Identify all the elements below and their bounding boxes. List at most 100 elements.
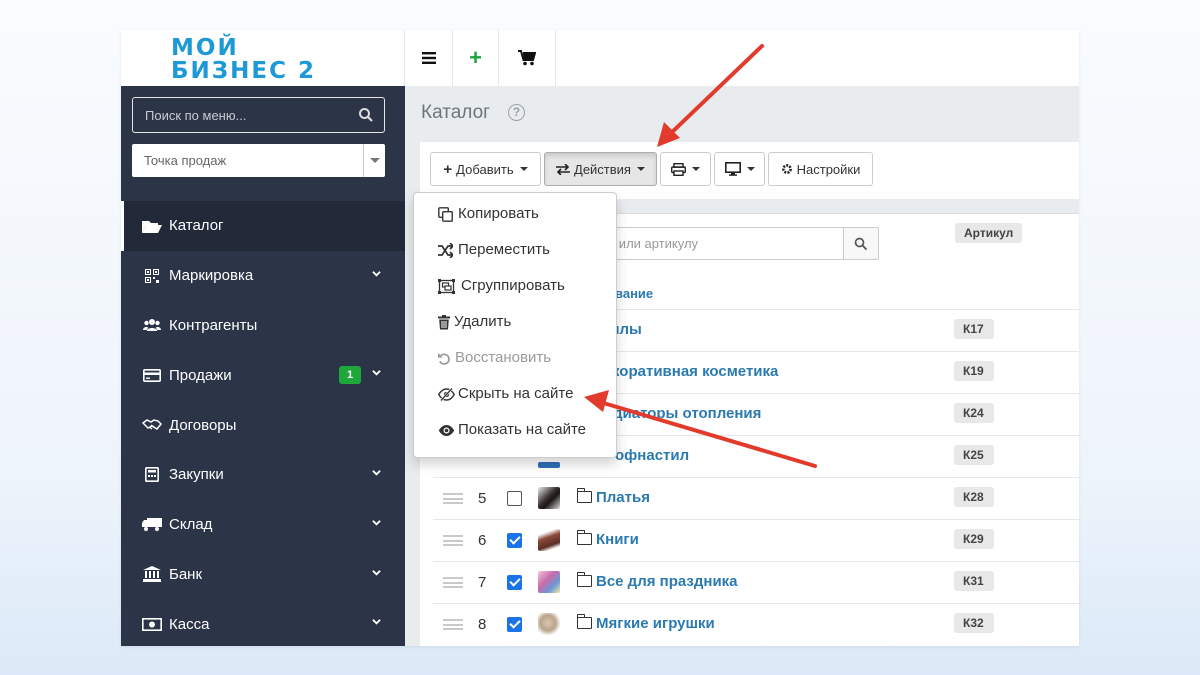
row-sku-badge: К31 xyxy=(954,571,994,591)
sidebar-item-label: Маркировка xyxy=(169,267,254,285)
row-thumbnail xyxy=(538,487,560,509)
drag-handle-icon[interactable] xyxy=(443,535,463,546)
menu-item-copy[interactable]: Копировать xyxy=(414,196,616,232)
menu-item-delete[interactable]: Удалить xyxy=(414,304,616,340)
truck-icon xyxy=(141,517,163,533)
sidebar-item-label: Каталог xyxy=(169,217,224,235)
row-number: 5 xyxy=(478,490,487,507)
row-name-link[interactable]: офнастил xyxy=(615,447,689,464)
chevron-down-icon xyxy=(372,270,381,277)
caret-down-icon xyxy=(692,167,700,171)
actions-dropdown-menu: Копировать Переместить Сгруппировать Уда… xyxy=(413,192,617,458)
cart-icon xyxy=(518,50,536,66)
folder-open-icon xyxy=(141,218,163,234)
menu-item-show-on-site[interactable]: Показать на сайте xyxy=(414,412,616,448)
drag-handle-icon[interactable] xyxy=(443,577,463,588)
sidebar-item-label: Касса xyxy=(169,615,210,633)
row-name-link[interactable]: коративная косметика xyxy=(612,363,778,380)
menu-item-restore[interactable]: Восстановить xyxy=(414,340,616,376)
sidebar-item-label: Контрагенты xyxy=(169,316,258,334)
exchange-icon xyxy=(556,163,571,175)
menu-toggle-button[interactable] xyxy=(404,30,452,86)
row-name-link[interactable]: диаторы отопления xyxy=(613,405,761,422)
logo-line-2: БИЗНЕС 2 xyxy=(171,58,316,84)
row-checkbox[interactable] xyxy=(507,491,522,506)
point-of-sale-value: Точка продаж xyxy=(144,153,227,168)
menu-item-move[interactable]: Переместить xyxy=(414,232,616,268)
cart-button[interactable] xyxy=(498,30,556,86)
print-dropdown-button[interactable] xyxy=(660,152,711,186)
users-icon xyxy=(141,317,163,333)
folder-icon xyxy=(576,488,592,503)
column-header-sku[interactable]: Артикул xyxy=(955,223,1023,243)
row-name-link[interactable]: Все для праздника xyxy=(596,573,738,590)
drag-handle-icon[interactable] xyxy=(443,619,463,630)
hamburger-icon xyxy=(421,52,436,64)
chevron-down-icon xyxy=(372,569,381,576)
menu-search-input[interactable] xyxy=(133,98,353,132)
search-icon[interactable] xyxy=(358,107,374,123)
row-number: 8 xyxy=(478,616,487,633)
shuffle-icon xyxy=(438,243,453,258)
folder-icon xyxy=(576,614,592,629)
row-checkbox[interactable] xyxy=(507,617,522,632)
logo-line-1: МОЙ xyxy=(171,35,239,61)
row-number: 6 xyxy=(478,532,487,549)
row-sku-badge: К17 xyxy=(954,319,994,339)
handshake-icon xyxy=(141,417,163,433)
sidebar-item-sales[interactable]: Продажи 1 xyxy=(121,350,405,400)
catalog-toolbar: + Добавить Действия Настройки xyxy=(420,142,1079,199)
row-thumbnail xyxy=(538,529,560,551)
logo[interactable]: МОЙ БИЗНЕС 2 xyxy=(121,30,405,86)
sidebar-item-purchases[interactable]: Закупки xyxy=(121,450,405,500)
actions-dropdown-button[interactable]: Действия xyxy=(544,152,657,186)
menu-item-label: Скрыть на сайте xyxy=(458,385,574,402)
row-number: 7 xyxy=(478,574,487,591)
plus-icon: + xyxy=(443,160,453,178)
eye-slash-icon xyxy=(438,387,455,402)
sidebar-item-contractors[interactable]: Контрагенты xyxy=(121,301,405,351)
drag-handle-icon[interactable] xyxy=(443,493,463,504)
display-dropdown-button[interactable] xyxy=(714,152,765,186)
settings-button-label: Настройки xyxy=(796,161,861,177)
chevron-down-icon xyxy=(372,370,381,376)
sidebar-item-catalog[interactable]: Каталог xyxy=(121,201,405,251)
menu-search xyxy=(132,97,385,133)
sidebar: Точка продаж Каталог Маркировка Контраге… xyxy=(121,86,405,646)
row-name-link[interactable]: Платья xyxy=(596,489,650,506)
caret-down-icon xyxy=(746,167,755,171)
menu-item-group[interactable]: Сгруппировать xyxy=(414,268,616,304)
monitor-icon xyxy=(724,162,741,176)
table-row[interactable]: 7 Все для праздника К31 xyxy=(433,561,1079,603)
chevron-down-icon xyxy=(372,519,381,526)
undo-icon xyxy=(438,352,450,365)
sidebar-item-contracts[interactable]: Договоры xyxy=(121,400,405,450)
row-name-link[interactable]: Мягкие игрушки xyxy=(596,615,715,632)
menu-item-hide-on-site[interactable]: Скрыть на сайте xyxy=(414,376,616,412)
sidebar-item-warehouse[interactable]: Склад xyxy=(121,500,405,550)
add-dropdown-button[interactable]: + Добавить xyxy=(430,152,541,186)
table-row[interactable]: 5 Платья К28 xyxy=(433,477,1079,519)
row-checkbox[interactable] xyxy=(507,575,522,590)
question-circle-icon[interactable]: ? xyxy=(508,104,525,121)
settings-button[interactable]: Настройки xyxy=(768,152,873,186)
calculator-icon xyxy=(141,467,163,483)
sidebar-item-label: Склад xyxy=(169,516,213,534)
table-row[interactable]: 6 Книги К29 xyxy=(433,519,1079,561)
row-sku-badge: К32 xyxy=(954,613,994,633)
table-row[interactable]: 8 Мягкие игрушки К32 xyxy=(433,603,1079,645)
table-search-button[interactable] xyxy=(843,227,879,260)
row-thumbnail xyxy=(538,613,560,635)
row-sku-badge: К24 xyxy=(954,403,994,423)
sidebar-item-bank[interactable]: Банк xyxy=(121,550,405,600)
row-checkbox[interactable] xyxy=(507,533,522,548)
quick-add-button[interactable]: + xyxy=(452,30,498,86)
row-name-link[interactable]: Книги xyxy=(596,531,639,548)
row-thumbnail xyxy=(538,462,560,468)
sidebar-item-marking[interactable]: Маркировка xyxy=(121,251,405,301)
app-window: МОЙ БИЗНЕС 2 + Точка продаж Каталог xyxy=(121,30,1079,646)
point-of-sale-select[interactable]: Точка продаж xyxy=(132,144,385,177)
row-sku-badge: К19 xyxy=(954,361,994,381)
plus-icon: + xyxy=(469,45,482,70)
sidebar-item-cash[interactable]: Касса xyxy=(121,599,405,646)
